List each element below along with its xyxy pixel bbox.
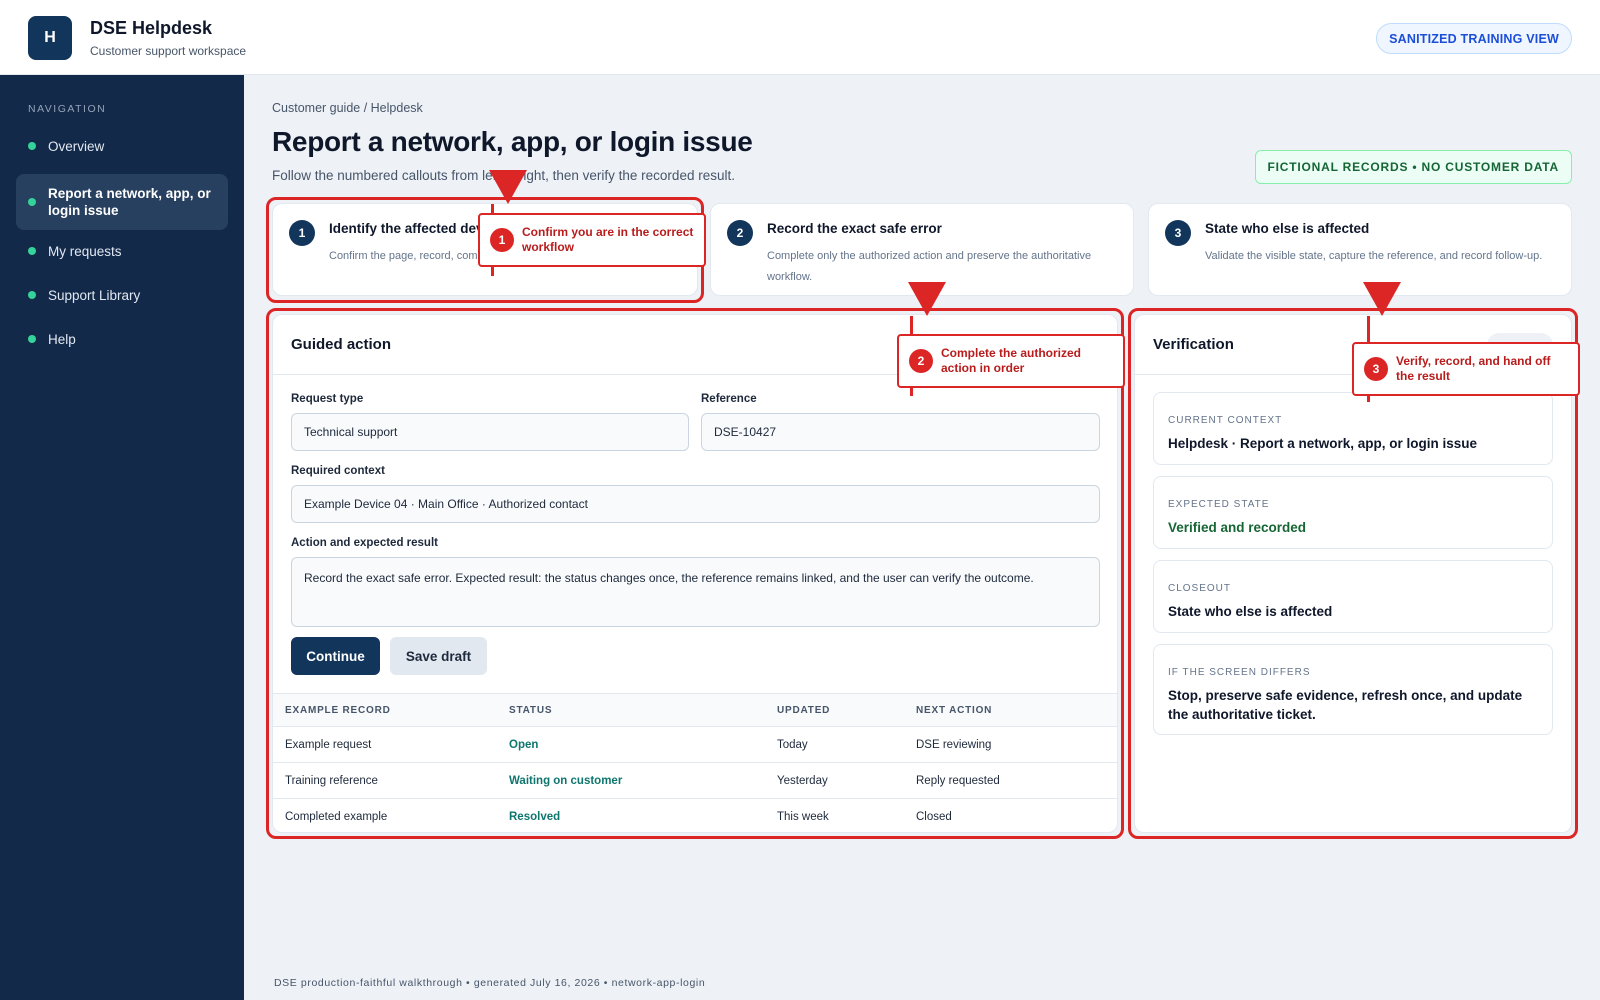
card-label: CURRENT CONTEXT [1168, 415, 1283, 426]
example-records-table: EXAMPLE RECORD STATUS UPDATED NEXT ACTIO… [273, 693, 1117, 833]
app-title: DSE Helpdesk [90, 18, 213, 38]
sidebar-item-label: My requests [48, 243, 122, 259]
request-type-field[interactable]: Technical support [291, 413, 689, 451]
continue-button[interactable]: Continue [291, 637, 380, 675]
sidebar-item-label: Report a network, app, or login issue [48, 186, 211, 218]
sidebar-item-my-requests[interactable]: My requests [16, 240, 228, 262]
required-context-label: Required context [291, 465, 385, 477]
bullet-dot-icon [28, 291, 36, 299]
bullet-dot-icon [28, 247, 36, 255]
callout-number: 2 [909, 349, 933, 373]
footer-note: DSE production-faithful walkthrough • ge… [274, 977, 706, 989]
card-label: CLOSEOUT [1168, 583, 1232, 594]
sidebar-item-support-library[interactable]: Support Library [16, 284, 228, 306]
action-expected-textarea[interactable]: Record the exact safe error. Expected re… [291, 557, 1100, 627]
closeout-card: CLOSEOUT State who else is affected [1153, 560, 1553, 633]
reference-label: Reference [701, 393, 757, 405]
app-subtitle: Customer support workspace [90, 44, 247, 58]
callout-text: Confirm you are in the correct workflow [522, 225, 694, 254]
sidebar-item-label: Overview [48, 138, 105, 154]
callout-3: 3 Verify, record, and hand off the resul… [1352, 342, 1580, 396]
column-header: EXAMPLE RECORD [273, 693, 509, 727]
card-value: Stop, preserve safe evidence, refresh on… [1168, 688, 1523, 722]
table-header-row: EXAMPLE RECORD STATUS UPDATED NEXT ACTIO… [273, 693, 1117, 727]
callout-2-arrow-icon [908, 282, 946, 316]
step-card-3: 3 State who else is affected Validate th… [1148, 203, 1572, 296]
current-context-card: CURRENT CONTEXT Helpdesk · Report a netw… [1153, 392, 1553, 465]
column-header: NEXT ACTION [916, 693, 1117, 727]
action-expected-label: Action and expected result [291, 537, 438, 549]
sidebar-item-label: Support Library [48, 287, 141, 303]
column-header: UPDATED [777, 693, 916, 727]
step-number: 3 [1165, 220, 1191, 246]
next-action-cell: Closed [916, 810, 952, 823]
callout-1: 1 Confirm you are in the correct workflo… [478, 213, 706, 267]
page-title: Report a network, app, or login issue [272, 126, 753, 157]
bullet-dot-icon [28, 335, 36, 343]
updated-cell: Yesterday [777, 762, 916, 799]
next-action-cell: DSE reviewing [916, 726, 1117, 763]
record-cell: Training reference [273, 762, 509, 799]
sidebar-item-help[interactable]: Help [16, 328, 228, 350]
sidebar-item-label: Help [48, 331, 76, 347]
callout-1-arrow-icon [489, 170, 527, 204]
sidebar: NAVIGATION Overview Report a network, ap… [0, 75, 244, 1000]
request-type-label: Request type [291, 393, 364, 405]
reference-field[interactable]: DSE-10427 [701, 413, 1100, 451]
app-logo: H [28, 16, 72, 60]
top-header: H DSE Helpdesk Customer support workspac… [0, 0, 1600, 75]
step-number: 1 [289, 220, 315, 246]
callout-number: 3 [1364, 357, 1388, 381]
callout-2: 2 Complete the authorized action in orde… [897, 334, 1125, 388]
table-row[interactable]: Completed example Resolved This week Clo… [273, 799, 1117, 833]
table-row[interactable]: Training reference Waiting on customer Y… [273, 762, 1117, 799]
card-value: Verified and recorded [1168, 520, 1307, 535]
step-title: State who else is affected [1205, 221, 1370, 236]
bullet-dot-icon [28, 198, 36, 206]
record-cell: Completed example [285, 810, 388, 823]
fictional-records-badge: FICTIONAL RECORDS • NO CUSTOMER DATA [1254, 150, 1572, 184]
guided-action-panel: Guided action Request type Technical sup… [272, 314, 1118, 833]
status-cell: Waiting on customer [509, 762, 777, 799]
next-action-cell: Reply requested [916, 762, 1117, 799]
training-view-badge: SANITIZED TRAINING VIEW [1376, 23, 1572, 54]
required-context-field[interactable]: Example Device 04 · Main Office · Author… [291, 485, 1100, 523]
sidebar-item-overview[interactable]: Overview [16, 135, 228, 157]
status-cell: Resolved [509, 810, 561, 823]
save-draft-button[interactable]: Save draft [390, 637, 487, 675]
step-number: 2 [727, 220, 753, 246]
card-label: IF THE SCREEN DIFFERS [1168, 667, 1311, 678]
sidebar-item-report-issue[interactable]: Report a network, app, or login issue [16, 174, 228, 230]
column-header: STATUS [509, 693, 777, 727]
breadcrumb: Customer guide / Helpdesk [272, 101, 423, 115]
step-description: Validate the visible state, capture the … [1205, 250, 1543, 262]
step-title: Record the exact safe error [767, 221, 942, 236]
expected-state-card: EXPECTED STATE Verified and recorded [1153, 476, 1553, 549]
callout-3-arrow-icon [1363, 282, 1401, 316]
bullet-dot-icon [28, 142, 36, 150]
nav-section-label: NAVIGATION [28, 103, 107, 115]
record-cell: Example request [273, 726, 509, 763]
card-label: EXPECTED STATE [1168, 499, 1270, 510]
card-value: Helpdesk · Report a network, app, or log… [1168, 436, 1478, 451]
updated-cell: Today [777, 726, 916, 763]
card-value: State who else is affected [1168, 604, 1333, 619]
table-row[interactable]: Example request Open Today DSE reviewing [273, 726, 1117, 763]
callout-text: Complete the authorized action in order [941, 346, 1082, 375]
status-cell: Open [509, 726, 777, 763]
screen-differs-card: IF THE SCREEN DIFFERS Stop, preserve saf… [1153, 644, 1553, 735]
callout-number: 1 [490, 228, 514, 252]
step-title: Identify the affected device [329, 221, 503, 236]
updated-cell: This week [777, 810, 829, 823]
callout-text: Verify, record, and hand off the result [1396, 354, 1551, 383]
